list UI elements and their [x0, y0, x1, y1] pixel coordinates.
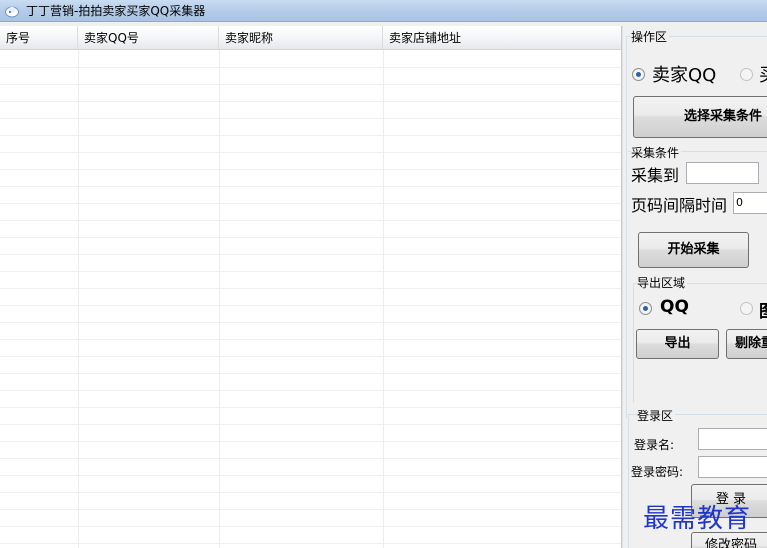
table-row-gridline — [0, 390, 621, 391]
radio-export-other-label[interactable]: 图 — [759, 297, 767, 322]
table-row-gridline — [0, 84, 621, 85]
table-row-gridline — [0, 475, 621, 476]
export-button[interactable]: 导出 — [636, 329, 719, 359]
collect-to-input[interactable] — [686, 162, 759, 184]
export-group-border-left — [633, 283, 634, 403]
table-column-gridline — [219, 50, 220, 548]
seller-data-table[interactable]: 序号 卖家QQ号 卖家昵称 卖家店铺地址 — [0, 26, 621, 548]
table-row-gridline — [0, 135, 621, 136]
table-row-gridline — [0, 424, 621, 425]
table-row-gridline — [0, 458, 621, 459]
table-row-gridline — [0, 322, 621, 323]
table-row-gridline — [0, 101, 621, 102]
username-label: 登录名: — [634, 436, 675, 453]
remove-duplicates-button[interactable]: 剔除重 — [726, 329, 767, 359]
radio-buyer-qq[interactable] — [740, 68, 753, 81]
table-column-gridline — [78, 50, 79, 548]
watermark-text: 最需教育 — [643, 504, 752, 534]
table-row-gridline — [0, 407, 621, 408]
table-header: 序号 卖家QQ号 卖家昵称 卖家店铺地址 — [0, 26, 621, 50]
radio-buyer-qq-label[interactable]: 买 — [759, 61, 767, 87]
table-row-gridline — [0, 356, 621, 357]
table-row-gridline — [0, 67, 621, 68]
login-area-title: 登录区 — [637, 407, 676, 424]
table-row-gridline — [0, 441, 621, 442]
table-row-gridline — [0, 373, 621, 374]
radio-export-qq[interactable] — [639, 302, 652, 315]
table-row-gridline — [0, 543, 621, 544]
table-row-gridline — [0, 271, 621, 272]
start-collect-button[interactable]: 开始采集 — [638, 232, 749, 268]
table-row-gridline — [0, 254, 621, 255]
table-row-gridline — [0, 220, 621, 221]
operation-group-border-left — [626, 36, 627, 418]
table-row-gridline — [0, 152, 621, 153]
login-group-border-left — [628, 414, 629, 548]
table-row-gridline — [0, 118, 621, 119]
column-header-seller-nickname[interactable]: 卖家昵称 — [219, 26, 383, 50]
radio-export-other[interactable] — [740, 302, 753, 315]
table-body[interactable] — [0, 50, 621, 548]
table-row-gridline — [0, 305, 621, 306]
select-conditions-button[interactable]: 选择采集条件 — [633, 96, 767, 138]
operation-area-title: 操作区 — [631, 28, 670, 45]
interval-label: 页码间隔时间 — [631, 196, 728, 215]
password-label: 登录密码: — [631, 463, 684, 480]
table-row-gridline — [0, 186, 621, 187]
title-bar[interactable]: 丁丁营销-拍拍卖家买家QQ采集器 — [0, 0, 767, 22]
column-header-index[interactable]: 序号 — [0, 26, 78, 50]
export-group-title: 导出区域 — [637, 274, 688, 291]
cloud-app-icon — [5, 6, 19, 17]
table-row-gridline — [0, 288, 621, 289]
password-input[interactable] — [698, 456, 767, 478]
column-header-seller-qq[interactable]: 卖家QQ号 — [78, 26, 219, 50]
table-row-gridline — [0, 203, 621, 204]
radio-seller-qq-label[interactable]: 卖家QQ — [652, 61, 716, 87]
window-title: 丁丁营销-拍拍卖家买家QQ采集器 — [26, 4, 206, 18]
table-row-gridline — [0, 237, 621, 238]
collect-to-label: 采集到 — [631, 166, 680, 185]
table-row-gridline — [0, 509, 621, 510]
radio-seller-qq[interactable] — [632, 68, 645, 81]
conditions-group-title: 采集条件 — [631, 144, 682, 161]
radio-export-qq-label[interactable]: QQ — [660, 297, 689, 317]
table-row-gridline — [0, 526, 621, 527]
table-column-gridline — [383, 50, 384, 548]
table-row-gridline — [0, 339, 621, 340]
interval-input[interactable]: 0 — [733, 192, 767, 214]
table-row-gridline — [0, 169, 621, 170]
table-row-gridline — [0, 492, 621, 493]
right-panel: 操作区 卖家QQ 买 选择采集条件 采集条件 采集到 页码间隔时间 0 开始采集… — [623, 26, 767, 548]
username-input[interactable] — [698, 428, 767, 450]
column-header-shop-url[interactable]: 卖家店铺地址 — [383, 26, 621, 50]
